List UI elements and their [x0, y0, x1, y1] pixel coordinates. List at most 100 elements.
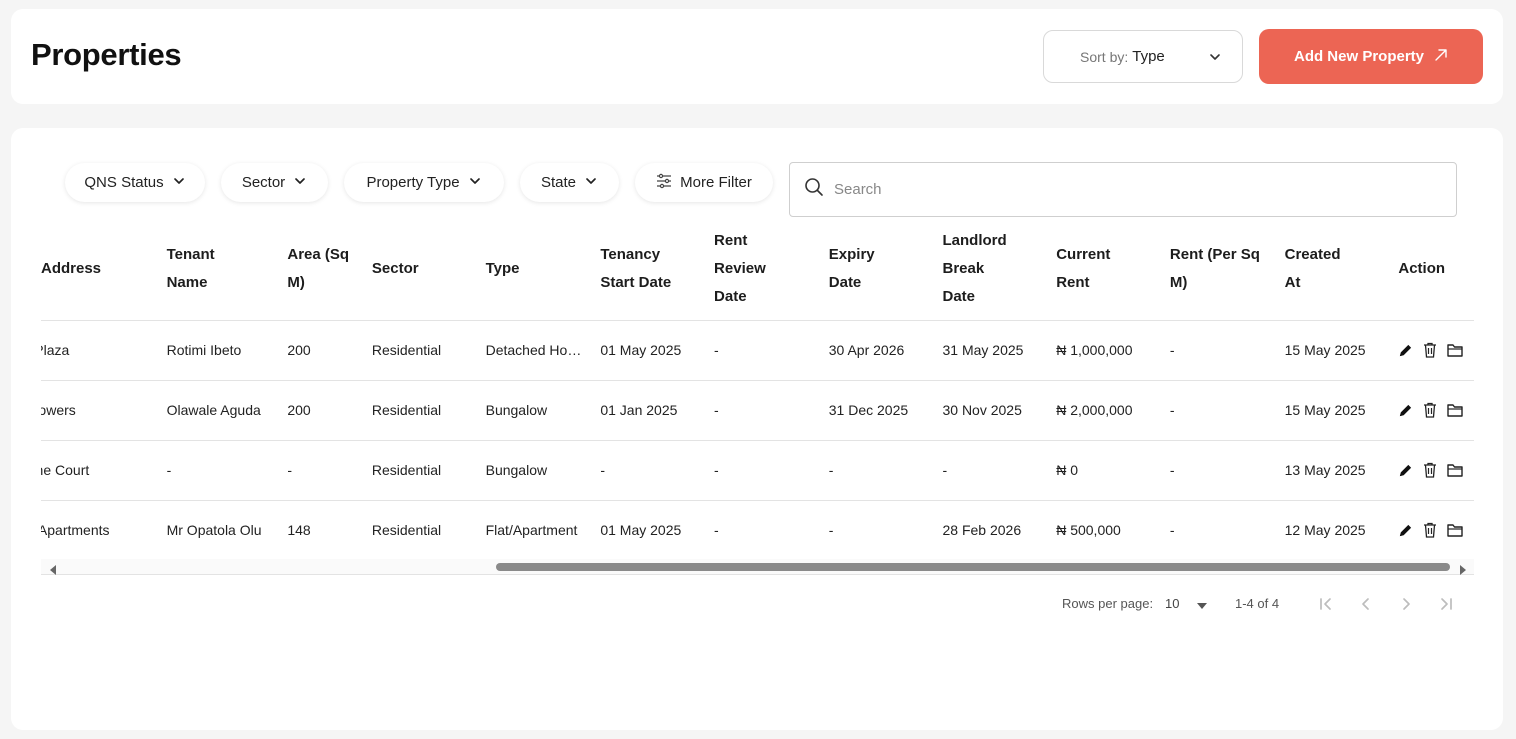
horizontal-scrollbar[interactable]: [41, 559, 1474, 575]
table-cell: Yme Towers: [41, 380, 167, 441]
table-cell: 30 Nov 2025: [942, 380, 1057, 441]
table-cell: 148: [287, 500, 372, 561]
column-header[interactable]: Sector: [371, 218, 486, 321]
column-header[interactable]: Tenant Name: [166, 218, 288, 321]
table-cell: Flat/Apartment: [485, 500, 601, 561]
table-cell: Detached House: [485, 320, 601, 381]
table-row[interactable]: Yone PlazaRotimi Ibeto200ResidentialDeta…: [41, 320, 1474, 381]
arrow-up-right-icon: [1434, 48, 1448, 66]
table-cell: 15 May 2025: [1284, 320, 1399, 381]
row-actions: [1398, 500, 1474, 561]
delete-icon[interactable]: [1423, 462, 1437, 478]
column-header[interactable]: Current Rent: [1056, 218, 1170, 321]
column-header[interactable]: Rent (Per Sq M): [1169, 218, 1285, 321]
table-cell: Mr Opatola Olu: [166, 500, 288, 561]
edit-icon[interactable]: [1398, 403, 1413, 418]
column-header[interactable]: Action: [1398, 218, 1474, 321]
add-new-property-label: Add New Property: [1293, 48, 1425, 65]
table-row[interactable]: Royal ApartmentsMr Opatola Olu148Residen…: [41, 500, 1474, 561]
scrollbar-thumb[interactable]: [496, 563, 1450, 571]
edit-icon[interactable]: [1398, 523, 1413, 538]
table-cell: -: [714, 380, 829, 441]
delete-icon[interactable]: [1423, 522, 1437, 538]
table-cell: Residential: [371, 440, 486, 501]
filter-qns-status[interactable]: QNS Status: [65, 163, 205, 202]
column-header[interactable]: Rent Review Date: [714, 218, 829, 321]
chevron-down-icon: [172, 174, 186, 192]
table-cell: ₦ 2,000,000: [1056, 380, 1170, 441]
page-title: Properties: [31, 37, 182, 72]
table-cell: ₦ 500,000: [1056, 500, 1170, 561]
folder-icon[interactable]: [1447, 403, 1464, 417]
column-header[interactable]: Expiry Date: [828, 218, 943, 321]
table-cell: Jasmine Court: [41, 440, 167, 501]
table-cell: Residential: [371, 500, 486, 561]
filter-property-type[interactable]: Property Type: [344, 163, 504, 202]
chevron-down-icon: [584, 174, 598, 192]
delete-icon[interactable]: [1423, 342, 1437, 358]
filter-sector[interactable]: Sector: [221, 163, 328, 202]
folder-icon[interactable]: [1447, 523, 1464, 537]
table-cell: -: [828, 440, 943, 501]
filter-label: State: [540, 174, 577, 191]
rows-per-page-value: 10: [1165, 596, 1180, 611]
table-cell: 12 May 2025: [1284, 500, 1399, 561]
chevron-down-icon: [293, 174, 307, 192]
next-page-icon[interactable]: [1397, 595, 1415, 618]
filter-label: QNS Status: [84, 174, 164, 191]
sliders-icon: [656, 173, 672, 193]
table-cell: Yone Plaza: [41, 320, 167, 381]
table-cell: 31 May 2025: [942, 320, 1057, 381]
properties-table: Address Tenant Name Area (Sq M) Sector T…: [41, 218, 1474, 561]
table-cell: Bungalow: [485, 440, 601, 501]
last-page-icon[interactable]: [1437, 595, 1455, 618]
properties-table-viewport[interactable]: Address Tenant Name Area (Sq M) Sector T…: [41, 218, 1474, 576]
chevron-down-icon: [468, 174, 482, 192]
column-header[interactable]: Area (Sq M): [287, 218, 372, 321]
first-page-icon[interactable]: [1317, 595, 1335, 618]
chevron-down-icon: [1208, 50, 1222, 69]
search-box[interactable]: [789, 162, 1457, 217]
column-header[interactable]: Type: [485, 218, 601, 321]
add-new-property-button[interactable]: Add New Property: [1259, 29, 1483, 84]
rows-per-page-select[interactable]: 10: [1165, 596, 1208, 612]
header-card: Properties Sort by: Type Add New Propert…: [11, 9, 1503, 104]
table-cell: -: [1169, 320, 1285, 381]
previous-page-icon[interactable]: [1357, 595, 1375, 618]
sort-label: Sort by:: [1080, 48, 1129, 65]
table-cell: 01 Jan 2025: [600, 380, 715, 441]
folder-icon[interactable]: [1447, 463, 1464, 477]
table-cell: Residential: [371, 380, 486, 441]
search-input[interactable]: [834, 181, 1394, 198]
table-cell: -: [1169, 440, 1285, 501]
table-row[interactable]: Yme TowersOlawale Aguda200ResidentialBun…: [41, 380, 1474, 441]
filter-label: Property Type: [366, 174, 460, 191]
column-header[interactable]: Landlord Break Date: [942, 218, 1057, 321]
table-cell: -: [287, 440, 372, 501]
delete-icon[interactable]: [1423, 402, 1437, 418]
filter-state[interactable]: State: [520, 163, 619, 202]
edit-icon[interactable]: [1398, 463, 1413, 478]
rows-per-page-label: Rows per page:: [1062, 596, 1154, 611]
folder-icon[interactable]: [1447, 343, 1464, 357]
table-row[interactable]: Jasmine Court--ResidentialBungalow----₦ …: [41, 440, 1474, 501]
table-cell: 200: [287, 320, 372, 381]
sort-dropdown[interactable]: Sort by: Type: [1043, 30, 1243, 83]
table-cell: 28 Feb 2026: [942, 500, 1057, 561]
table-cell: -: [714, 440, 829, 501]
column-header[interactable]: Tenancy Start Date: [600, 218, 715, 321]
table-cell: -: [942, 440, 1057, 501]
caret-down-icon: [1197, 597, 1208, 612]
row-actions: [1398, 440, 1474, 501]
table-cell: Rotimi Ibeto: [166, 320, 288, 381]
scroll-left-icon[interactable]: [49, 562, 57, 580]
column-header[interactable]: Address: [41, 218, 167, 321]
more-filter-button[interactable]: More Filter: [635, 163, 773, 202]
table-cell: -: [714, 320, 829, 381]
edit-icon[interactable]: [1398, 343, 1413, 358]
scroll-right-icon[interactable]: [1459, 562, 1467, 580]
table-cell: -: [166, 440, 288, 501]
properties-table-card: QNS Status Sector Property Type State Mo…: [11, 128, 1503, 730]
column-header[interactable]: Created At: [1284, 218, 1399, 321]
sort-value: Type: [1132, 48, 1165, 65]
